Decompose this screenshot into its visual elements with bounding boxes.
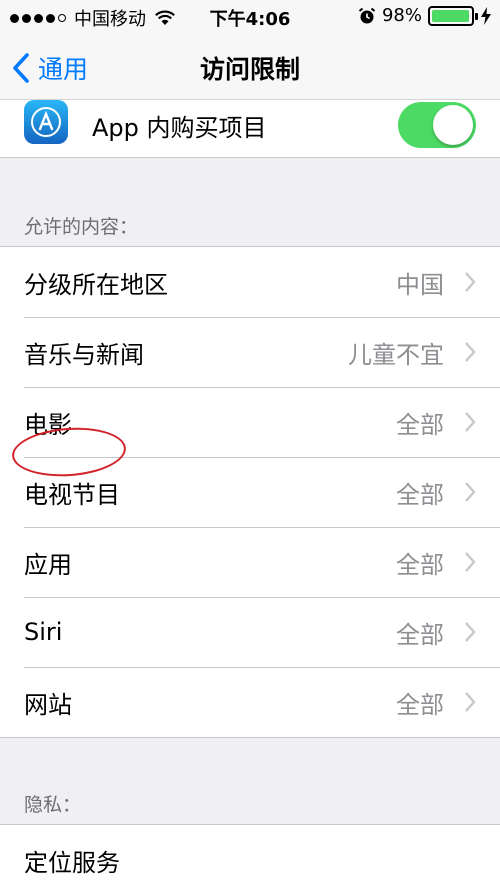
chevron-right-icon [465,412,476,432]
row-label: 电影 [24,410,72,439]
row-label: 定位服务 [24,848,120,877]
row-value: 儿童不宜 [348,340,444,369]
row-value: 全部 [396,620,444,649]
row-value: 全部 [396,480,444,509]
row-value: 全部 [396,550,444,579]
row-label: 分级所在地区 [24,270,168,299]
row-label: Siri [24,618,63,646]
in-app-purchase-toggle[interactable] [398,102,476,148]
chevron-right-icon [465,272,476,292]
row-value: 全部 [396,410,444,439]
row-rating-region[interactable]: 分级所在地区 中国 [0,247,500,317]
section-header-privacy: 隐私： [24,794,82,816]
row-websites[interactable]: 网站 全部 [0,667,500,737]
row-apps[interactable]: 应用 全部 [0,527,500,597]
chevron-right-icon [465,342,476,362]
in-app-purchase-row: App 内购买项目 [0,100,500,158]
row-tv-shows[interactable]: 电视节目 全部 [0,457,500,527]
chevron-right-icon [465,622,476,642]
section-header-allowed-content: 允许的内容： [24,216,139,238]
in-app-purchase-label: App 内购买项目 [92,114,267,142]
navigation-bar: 通用 访问限制 [0,32,500,100]
row-label: 应用 [24,550,72,579]
chevron-right-icon [465,552,476,572]
row-siri[interactable]: Siri 全部 [0,597,500,667]
charging-bolt-icon [481,6,491,25]
row-value: 全部 [396,690,444,719]
row-music-news[interactable]: 音乐与新闻 儿童不宜 [0,317,500,387]
alarm-clock-icon [358,7,376,23]
status-bar: 中国移动 下午4:06 98% [0,0,500,32]
settings-list[interactable]: App 内购买项目 允许的内容： 分级所在地区 中国 音乐与新闻 儿童不宜 电影… [0,100,500,888]
row-movies[interactable]: 电影 全部 [0,387,500,457]
screen: 中国移动 下午4:06 98% 通用 访问限制 App 内购买项目 允许的内容：… [0,0,500,888]
page-title: 访问限制 [199,55,300,84]
battery-icon [428,5,478,26]
row-location-services[interactable]: 定位服务 [0,825,500,888]
privacy-group: 定位服务 [0,824,500,888]
battery-percent: 98% [381,5,422,26]
chevron-right-icon [465,482,476,502]
row-label: 电视节目 [24,480,120,509]
row-label: 音乐与新闻 [24,340,144,369]
chevron-right-icon [465,692,476,712]
top-bar: 中国移动 下午4:06 98% 通用 访问限制 [0,0,500,100]
status-right: 98% [358,5,492,26]
app-store-icon [24,100,68,144]
toggle-knob [433,105,473,145]
allowed-content-group: 分级所在地区 中国 音乐与新闻 儿童不宜 电影 全部 电视节目 全部 应用 全部… [0,246,500,738]
row-label: 网站 [24,690,72,719]
row-value: 中国 [396,270,444,299]
